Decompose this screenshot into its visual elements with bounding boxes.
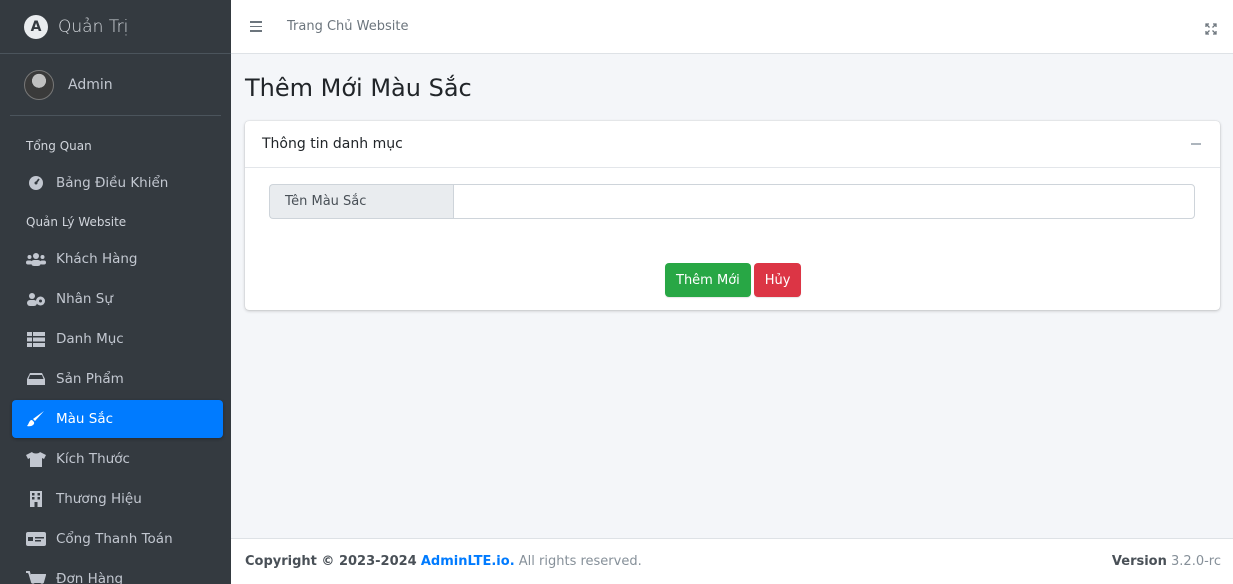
copyright-prefix: Copyright © 2023-2024 <box>245 554 417 569</box>
sidebar-item-customers[interactable]: Khách Hàng <box>12 240 223 278</box>
sidebar-item-sizes[interactable]: Kích Thước <box>12 440 223 478</box>
collapse-icon[interactable] <box>1191 143 1201 145</box>
building-icon <box>26 491 46 507</box>
main-content: Thêm Mới Màu Sắc Thông tin danh mục Tên … <box>231 54 1233 310</box>
brand-logo-icon: A <box>24 14 48 39</box>
page-title: Thêm Mới Màu Sắc <box>245 74 472 102</box>
cart-icon <box>26 571 46 584</box>
card-header: Thông tin danh mục <box>245 121 1220 168</box>
list-icon <box>26 331 46 347</box>
copyright: Copyright © 2023-2024 AdminLTE.io. All r… <box>245 554 642 569</box>
color-name-label: Tên Màu Sắc <box>269 184 453 219</box>
payment-icon <box>26 531 46 547</box>
fullscreen-icon[interactable] <box>1205 20 1217 39</box>
version-label: Version <box>1111 554 1167 569</box>
sidebar-item-staff[interactable]: Nhân Sự <box>12 280 223 318</box>
shirt-icon <box>26 451 46 467</box>
staff-icon <box>26 291 46 307</box>
brand-title: Quản Trị <box>58 16 129 37</box>
footer: Copyright © 2023-2024 AdminLTE.io. All r… <box>231 538 1233 584</box>
avatar <box>24 69 54 100</box>
sidebar-item-categories[interactable]: Danh Mục <box>12 320 223 358</box>
card-title: Thông tin danh mục <box>262 136 403 152</box>
sidebar-item-colors[interactable]: Màu Sắc <box>12 400 223 438</box>
brand-link[interactable]: A Quản Trị <box>0 0 231 54</box>
sidebar-item-brands[interactable]: Thương Hiệu <box>12 480 223 518</box>
copyright-link[interactable]: AdminLTE.io. <box>421 554 515 569</box>
users-icon <box>26 251 46 267</box>
form-actions: Thêm Mới Hủy <box>665 263 802 297</box>
user-panel[interactable]: Admin <box>10 54 221 116</box>
version-value: 3.2.0-rc <box>1171 554 1221 569</box>
sidebar-item-dashboard[interactable]: Bảng Điều Khiển <box>12 164 223 202</box>
user-name: Admin <box>68 76 113 93</box>
copyright-suffix: All rights reserved. <box>518 554 642 569</box>
sidebar-item-orders[interactable]: Đơn Hàng <box>12 560 223 584</box>
cancel-button[interactable]: Hủy <box>753 263 802 297</box>
color-name-input-group: Tên Màu Sắc <box>269 184 1195 219</box>
form-card: Thông tin danh mục Tên Màu Sắc Thêm Mới … <box>245 121 1220 310</box>
color-name-input[interactable] <box>453 184 1195 219</box>
sidebar-item-products[interactable]: Sản Phẩm <box>12 360 223 398</box>
brush-icon <box>26 411 46 427</box>
menu-toggle-icon[interactable] <box>250 18 262 35</box>
sidebar: A Quản Trị Admin Tổng Quan Bảng Điều Khi… <box>0 0 231 584</box>
home-link[interactable]: Trang Chủ Website <box>287 19 408 34</box>
submit-button[interactable]: Thêm Mới <box>665 263 751 297</box>
nav-header-website: Quản Lý Website <box>26 215 127 229</box>
sidebar-item-payment[interactable]: Cổng Thanh Toán <box>12 520 223 558</box>
nav-header-overview: Tổng Quan <box>26 139 92 153</box>
dashboard-icon <box>26 175 46 191</box>
version-info: Version 3.2.0-rc <box>1112 554 1221 569</box>
box-icon <box>26 371 46 387</box>
top-navbar: Trang Chủ Website <box>231 0 1233 54</box>
